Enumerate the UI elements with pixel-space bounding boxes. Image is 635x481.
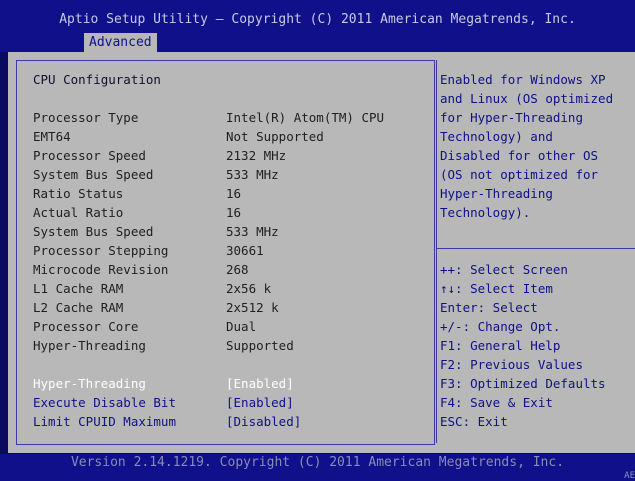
key-hint: +/-: Change Opt. (440, 319, 561, 334)
section-title: CPU Configuration (33, 72, 161, 87)
tab-advanced[interactable]: Advanced (84, 33, 157, 52)
help-line: Enabled for Windows XP (440, 72, 606, 87)
key-hint: F3: Optimized Defaults (440, 376, 606, 391)
option-limit-cpuid-value[interactable]: [Disabled] (226, 412, 301, 431)
key-hint: F2: Previous Values (440, 357, 583, 372)
option-execute-disable-value[interactable]: [Enabled] (226, 393, 294, 412)
key-hint: ++: Select Screen (440, 262, 568, 277)
info-value: 16 (226, 205, 242, 220)
version-text: Version 2.14.1219. Copyright (C) 2011 Am… (70, 455, 565, 470)
info-label: System Bus Speed (33, 167, 154, 182)
help-line: Technology). (440, 205, 531, 220)
help-line: for Hyper-Threading (440, 110, 583, 125)
info-value: 2x56 k (226, 281, 272, 296)
info-label: Processor Speed (33, 148, 146, 163)
info-label: L2 Cache RAM (33, 300, 124, 315)
info-value: Not Supported (226, 129, 324, 144)
option-execute-disable-label[interactable]: Execute Disable Bit (33, 393, 176, 412)
option-limit-cpuid-label[interactable]: Limit CPUID Maximum (33, 412, 176, 431)
info-value: Dual (226, 319, 257, 334)
help-divider (436, 248, 635, 249)
info-label: Microcode Revision (33, 262, 169, 277)
info-label: Hyper-Threading (33, 338, 146, 353)
key-hint: F1: General Help (440, 338, 561, 353)
info-label: Ratio Status (33, 186, 124, 201)
info-value: 533 MHz (226, 167, 279, 182)
info-value: 2132 MHz (226, 148, 287, 163)
info-value: Intel(R) Atom(TM) CPU (226, 110, 385, 125)
option-hyper-threading-value[interactable]: [Enabled] (226, 374, 294, 393)
help-line: and Linux (OS optimized (440, 91, 614, 106)
key-hint: F4: Save & Exit (440, 395, 553, 410)
info-label: Actual Ratio (33, 205, 124, 220)
help-line: Hyper-Threading (440, 186, 553, 201)
info-value: Supported (226, 338, 294, 353)
help-line: Disabled for other OS (440, 148, 599, 163)
info-label: Processor Stepping (33, 243, 169, 258)
help-line: (OS not optimized for (440, 167, 599, 182)
info-value: 268 (226, 262, 249, 277)
app-title: Aptio Setup Utility – Copyright (C) 2011… (59, 12, 576, 27)
key-hint: ↑↓: Select Item (440, 281, 553, 296)
info-label: L1 Cache RAM (33, 281, 124, 296)
info-value: 16 (226, 186, 242, 201)
info-label: System Bus Speed (33, 224, 154, 239)
info-label: Processor Core (33, 319, 139, 334)
info-value: 30661 (226, 243, 264, 258)
help-line: Technology) and (440, 129, 553, 144)
key-hint: ESC: Exit (440, 414, 508, 429)
key-hint: Enter: Select (440, 300, 538, 315)
info-label: Processor Type (33, 110, 139, 125)
info-value: 533 MHz (226, 224, 279, 239)
info-label: EMT64 (33, 129, 71, 144)
info-value: 2x512 k (226, 300, 279, 315)
option-hyper-threading-label[interactable]: Hyper-Threading (33, 374, 146, 393)
corner-mark: AE (624, 471, 635, 481)
